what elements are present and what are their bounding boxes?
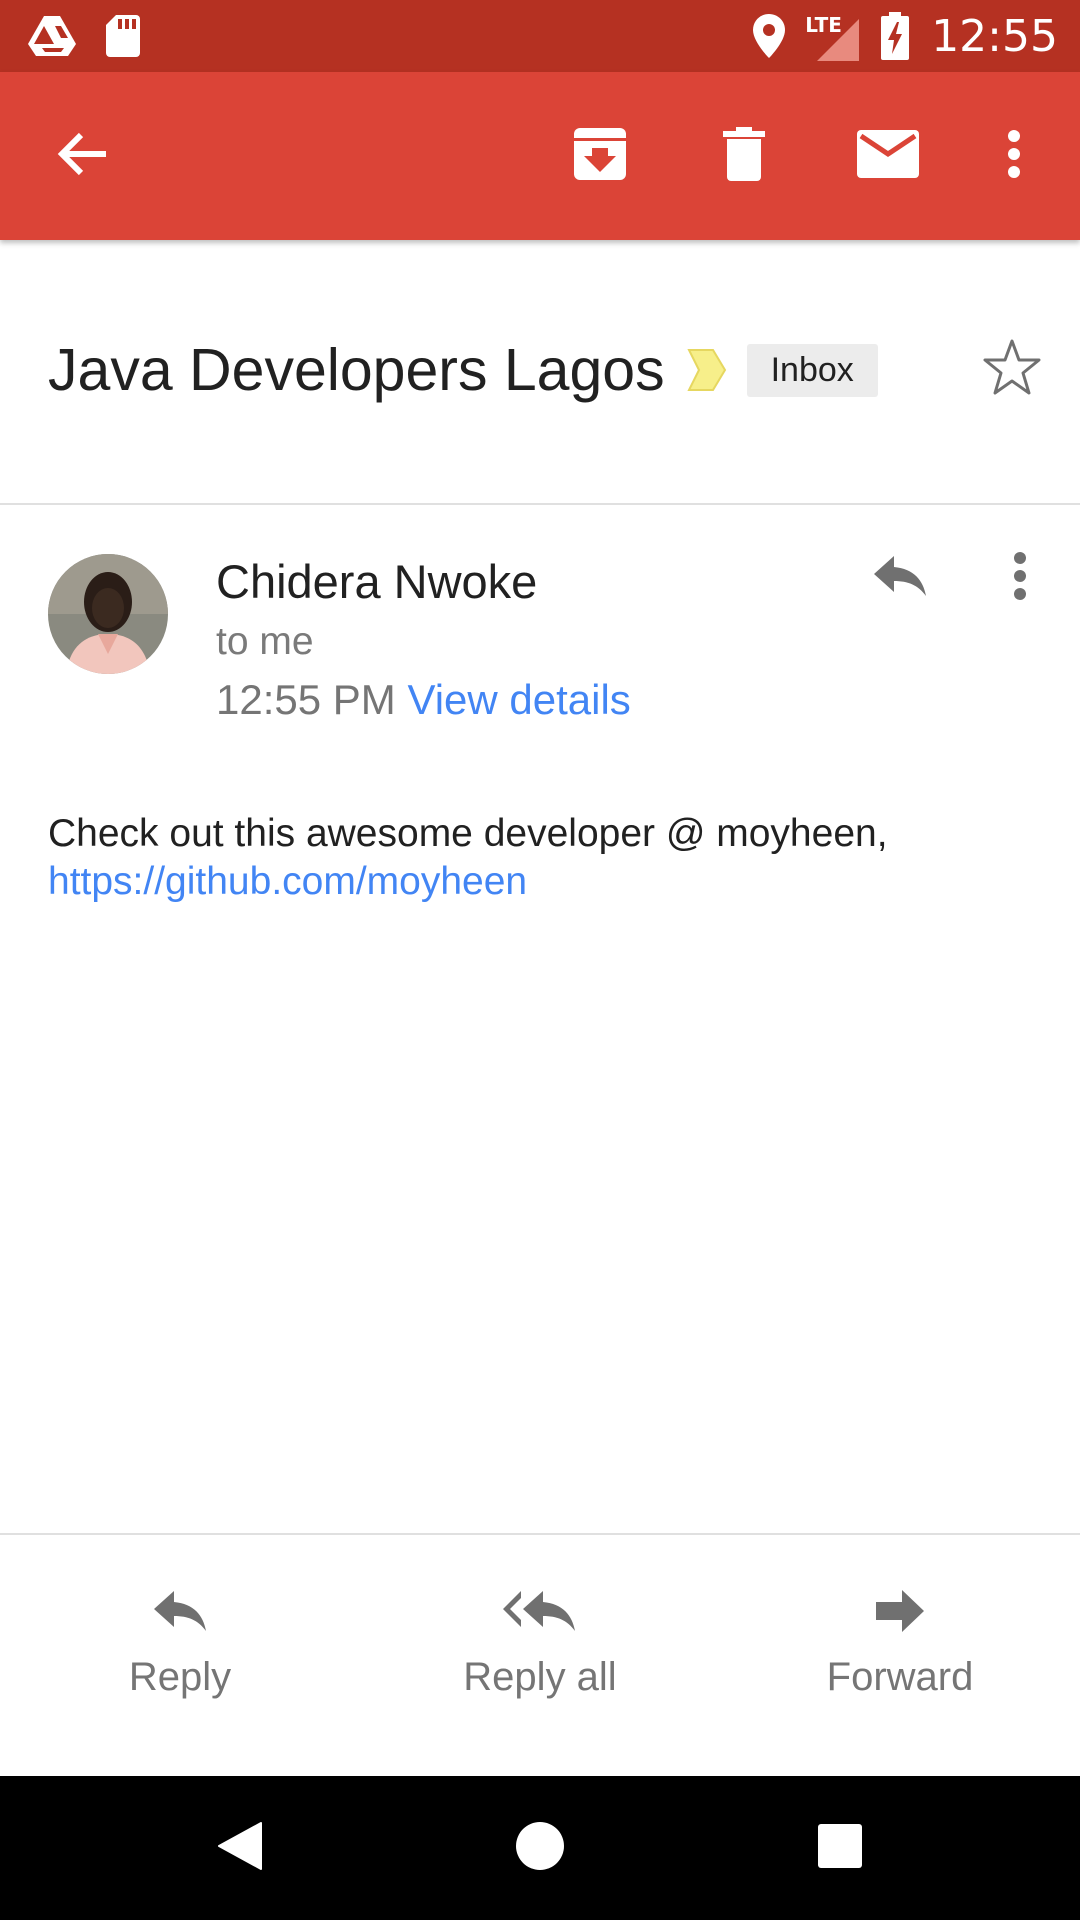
nav-recents-icon (817, 1823, 863, 1874)
nav-back-button[interactable] (190, 1776, 290, 1920)
navigation-bar (0, 1776, 1080, 1920)
clock: 12:55 (931, 10, 1058, 62)
message-time: 12:55 PM (216, 676, 396, 723)
message-actions: Reply Reply all Forward (0, 1535, 1080, 1775)
battery-charging-icon (881, 12, 910, 60)
reply-button[interactable]: Reply (30, 1535, 330, 1775)
mark-unread-icon (857, 129, 919, 183)
reply-icon (152, 1581, 208, 1641)
reply-icon (872, 554, 928, 603)
back-arrow-icon (56, 131, 108, 182)
delete-button[interactable] (696, 72, 792, 240)
star-outline-icon (982, 339, 1042, 400)
app-bar (0, 72, 1080, 240)
nav-back-icon (217, 1821, 263, 1876)
message-body: Check out this awesome developer @ moyhe… (48, 810, 1048, 906)
importance-marker-icon[interactable] (686, 348, 727, 392)
sd-card-icon (106, 15, 140, 57)
sender-name: Chidera Nwoke (216, 555, 538, 608)
more-vert-icon (1007, 129, 1021, 184)
reply-label: Reply (128, 1655, 232, 1699)
message-more-button[interactable] (1000, 548, 1040, 608)
mark-unread-button[interactable] (840, 72, 936, 240)
drive-icon (28, 16, 76, 56)
network-type-label: LTE (805, 13, 842, 37)
avatar[interactable] (48, 554, 168, 674)
more-vert-icon (1013, 551, 1027, 606)
subject-header: Java Developers Lagos Inbox (0, 240, 1080, 504)
status-bar: LTE 12:55 (0, 0, 1080, 72)
nav-recents-button[interactable] (790, 1776, 890, 1920)
reply-all-label: Reply all (463, 1655, 617, 1699)
message-body-link[interactable]: https://github.com/moyheen (48, 858, 1048, 906)
reply-all-icon (503, 1581, 577, 1641)
star-button[interactable] (982, 338, 1042, 401)
message-body-text: Check out this awesome developer @ moyhe… (48, 812, 888, 855)
back-button[interactable] (34, 72, 130, 240)
forward-icon (874, 1581, 926, 1641)
archive-icon (572, 126, 628, 187)
recipient-line: to me (216, 620, 314, 663)
reply-all-button[interactable]: Reply all (390, 1535, 690, 1775)
nav-home-icon (515, 1821, 565, 1876)
message-reply-button[interactable] (866, 548, 934, 608)
location-icon (753, 14, 786, 58)
message-meta: 12:55 PM View details (216, 676, 631, 724)
view-details-link[interactable]: View details (407, 676, 630, 723)
overflow-menu-button[interactable] (994, 72, 1034, 240)
subject-title: Java Developers Lagos (48, 337, 665, 403)
subject-divider (0, 503, 1080, 505)
delete-icon (723, 126, 765, 186)
signal-icon: LTE (803, 11, 860, 61)
archive-button[interactable] (552, 72, 648, 240)
nav-home-button[interactable] (490, 1776, 590, 1920)
forward-label: Forward (826, 1655, 974, 1699)
inbox-label-chip[interactable]: Inbox (746, 343, 878, 397)
forward-button[interactable]: Forward (750, 1535, 1050, 1775)
